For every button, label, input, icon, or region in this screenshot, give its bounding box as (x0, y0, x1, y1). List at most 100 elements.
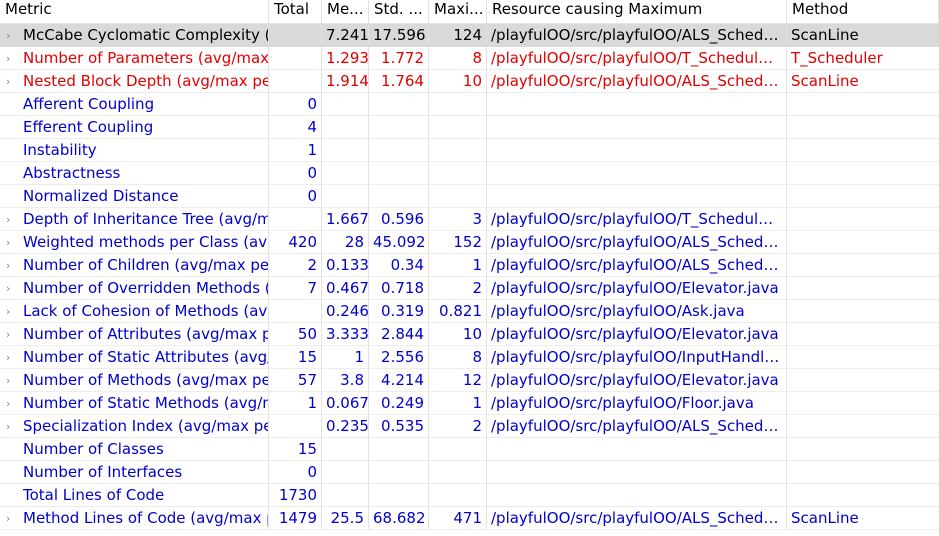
expand-chevron-icon[interactable]: › (6, 323, 16, 345)
table-row[interactable]: Normalized Distance 0 (0, 185, 939, 208)
expand-chevron-icon[interactable]: › (6, 47, 16, 69)
expand-chevron-icon[interactable]: › (6, 70, 16, 92)
resource-cell: /playfulOO/src/playfulOO/ALS_Schedu... (487, 70, 787, 93)
std-dev-cell: 2.844 (369, 323, 429, 346)
total-cell: 1479 (269, 507, 322, 530)
metrics-table: Metric Total Me... Std. ... Maxi... Reso… (0, 0, 939, 536)
expand-chevron-icon[interactable]: › (6, 507, 16, 529)
expand-chevron-icon[interactable]: › (6, 231, 16, 253)
maximum-cell (429, 438, 487, 461)
std-dev-cell: 2.556 (369, 346, 429, 369)
table-row[interactable]: › Nested Block Depth (avg/max per method)… (0, 70, 939, 93)
column-header-metric[interactable]: Metric (0, 0, 269, 23)
maximum-cell (429, 139, 487, 162)
table-row[interactable]: Efferent Coupling 4 (0, 116, 939, 139)
method-cell (787, 139, 939, 162)
table-row[interactable]: ›Number of Children (avg/max per type)20… (0, 254, 939, 277)
table-row[interactable]: › Weighted methods per Class (avg/max per… (0, 231, 939, 254)
table-row[interactable]: Instability 1 (0, 139, 939, 162)
table-header: Metric Total Me... Std. ... Maxi... Reso… (0, 0, 939, 24)
method-cell (787, 277, 939, 300)
table-row[interactable]: › Specialization Index (avg/max per type)… (0, 415, 939, 438)
mean-cell (322, 162, 369, 185)
std-dev-cell: 0.319 (369, 300, 429, 323)
expand-chevron-icon[interactable]: › (6, 392, 16, 414)
table-row[interactable]: › Number of Parameters (avg/max per metho… (0, 47, 939, 70)
metric-name: Instability (23, 141, 97, 159)
total-cell: 50 (269, 323, 322, 346)
metric-name: Specialization Index (avg/max per type) (23, 417, 268, 435)
metric-cell: › Number of Static Methods (avg/max per t… (0, 392, 269, 415)
metric-cell: › Weighted methods per Class (avg/max per… (0, 231, 269, 254)
table-row[interactable]: › Number of Overridden Methods (avg/max p… (0, 277, 939, 300)
column-header-mean[interactable]: Me... (322, 0, 369, 23)
std-dev-cell (369, 484, 429, 507)
table-row[interactable]: › Number of Static Attributes (avg/max pe… (0, 346, 939, 369)
table-row[interactable]: › Number of Static Methods (avg/max per t… (0, 392, 939, 415)
column-header-total[interactable]: Total (269, 0, 322, 23)
std-dev-cell: 4.214 (369, 369, 429, 392)
table-row[interactable]: Number of Interfaces 0 (0, 461, 939, 484)
table-row[interactable]: › Number of Methods (avg/max per type)573… (0, 369, 939, 392)
table-row[interactable]: › McCabe Cyclomatic Complexity (avg/max p… (0, 24, 939, 47)
table-row[interactable]: › Depth of Inheritance Tree (avg/max per … (0, 208, 939, 231)
table-row[interactable]: › Lack of Cohesion of Methods (avg/max pe… (0, 300, 939, 323)
metric-cell: › Number of Methods (avg/max per type) (0, 369, 269, 392)
expand-chevron-icon[interactable]: › (6, 346, 16, 368)
total-cell (269, 24, 322, 47)
resource-cell: /playfulOO/src/playfulOO/Ask.java (487, 300, 787, 323)
total-cell: 15 (269, 346, 322, 369)
mean-cell: 0.067 (322, 392, 369, 415)
resource-cell (487, 438, 787, 461)
mean-cell: 25.5 (322, 507, 369, 530)
expand-chevron-icon[interactable]: › (6, 415, 16, 437)
total-cell (269, 300, 322, 323)
std-dev-cell (369, 461, 429, 484)
resource-cell: /playfulOO/src/playfulOO/T_Scheduler... (487, 47, 787, 70)
table-row[interactable]: Abstractness 0 (0, 162, 939, 185)
table-row[interactable]: Number of Classes 15 (0, 438, 939, 461)
table-row[interactable]: › Number of Attributes (avg/max per type)… (0, 323, 939, 346)
method-cell (787, 438, 939, 461)
expand-chevron-icon[interactable]: › (6, 254, 16, 276)
expand-chevron-icon[interactable]: › (6, 208, 16, 230)
expand-chevron-icon[interactable]: › (6, 300, 16, 322)
total-cell: 15 (269, 438, 322, 461)
table-row[interactable]: Afferent Coupling 0 (0, 93, 939, 116)
std-dev-cell: 0.249 (369, 392, 429, 415)
column-header-resource[interactable]: Resource causing Maximum (487, 0, 787, 23)
expand-chevron-icon[interactable]: › (6, 277, 16, 299)
total-cell: 1730 (269, 484, 322, 507)
column-header-label: Resource causing Maximum (492, 0, 703, 18)
metric-name: Number of Classes (23, 440, 164, 458)
maximum-cell: 3 (429, 208, 487, 231)
metric-cell: Number of Classes (0, 438, 269, 461)
column-header-std-dev[interactable]: Std. ... (369, 0, 429, 23)
metric-name: Nested Block Depth (avg/max per method) (23, 72, 268, 90)
table-row[interactable]: Total Lines of Code 1730 (0, 484, 939, 507)
metric-name: Number of Static Methods (avg/max per ty… (23, 394, 268, 412)
metric-name: Number of Static Attributes (avg/max per… (23, 348, 268, 366)
metric-cell: Efferent Coupling (0, 116, 269, 139)
table-row[interactable]: › Method Lines of Code (avg/max per metho… (0, 507, 939, 530)
mean-cell: 0.235 (322, 415, 369, 438)
metric-cell: › Lack of Cohesion of Methods (avg/max pe… (0, 300, 269, 323)
maximum-cell (429, 185, 487, 208)
maximum-cell: 2 (429, 277, 487, 300)
std-dev-cell: 0.596 (369, 208, 429, 231)
column-header-maximum[interactable]: Maxi... (429, 0, 487, 23)
column-header-method[interactable]: Method (787, 0, 939, 23)
maximum-cell: 152 (429, 231, 487, 254)
mean-cell: 0.133 (322, 254, 369, 277)
mean-cell: 1.293 (322, 47, 369, 70)
metric-cell: › Method Lines of Code (avg/max per metho… (0, 507, 269, 530)
total-cell (269, 47, 322, 70)
maximum-cell (429, 484, 487, 507)
mean-cell: 1.667 (322, 208, 369, 231)
maximum-cell: 0.821 (429, 300, 487, 323)
method-cell (787, 346, 939, 369)
mean-cell: 0.246 (322, 300, 369, 323)
expand-chevron-icon[interactable]: › (6, 369, 16, 391)
metric-cell: › Nested Block Depth (avg/max per method) (0, 70, 269, 93)
expand-chevron-icon[interactable]: › (6, 24, 16, 46)
